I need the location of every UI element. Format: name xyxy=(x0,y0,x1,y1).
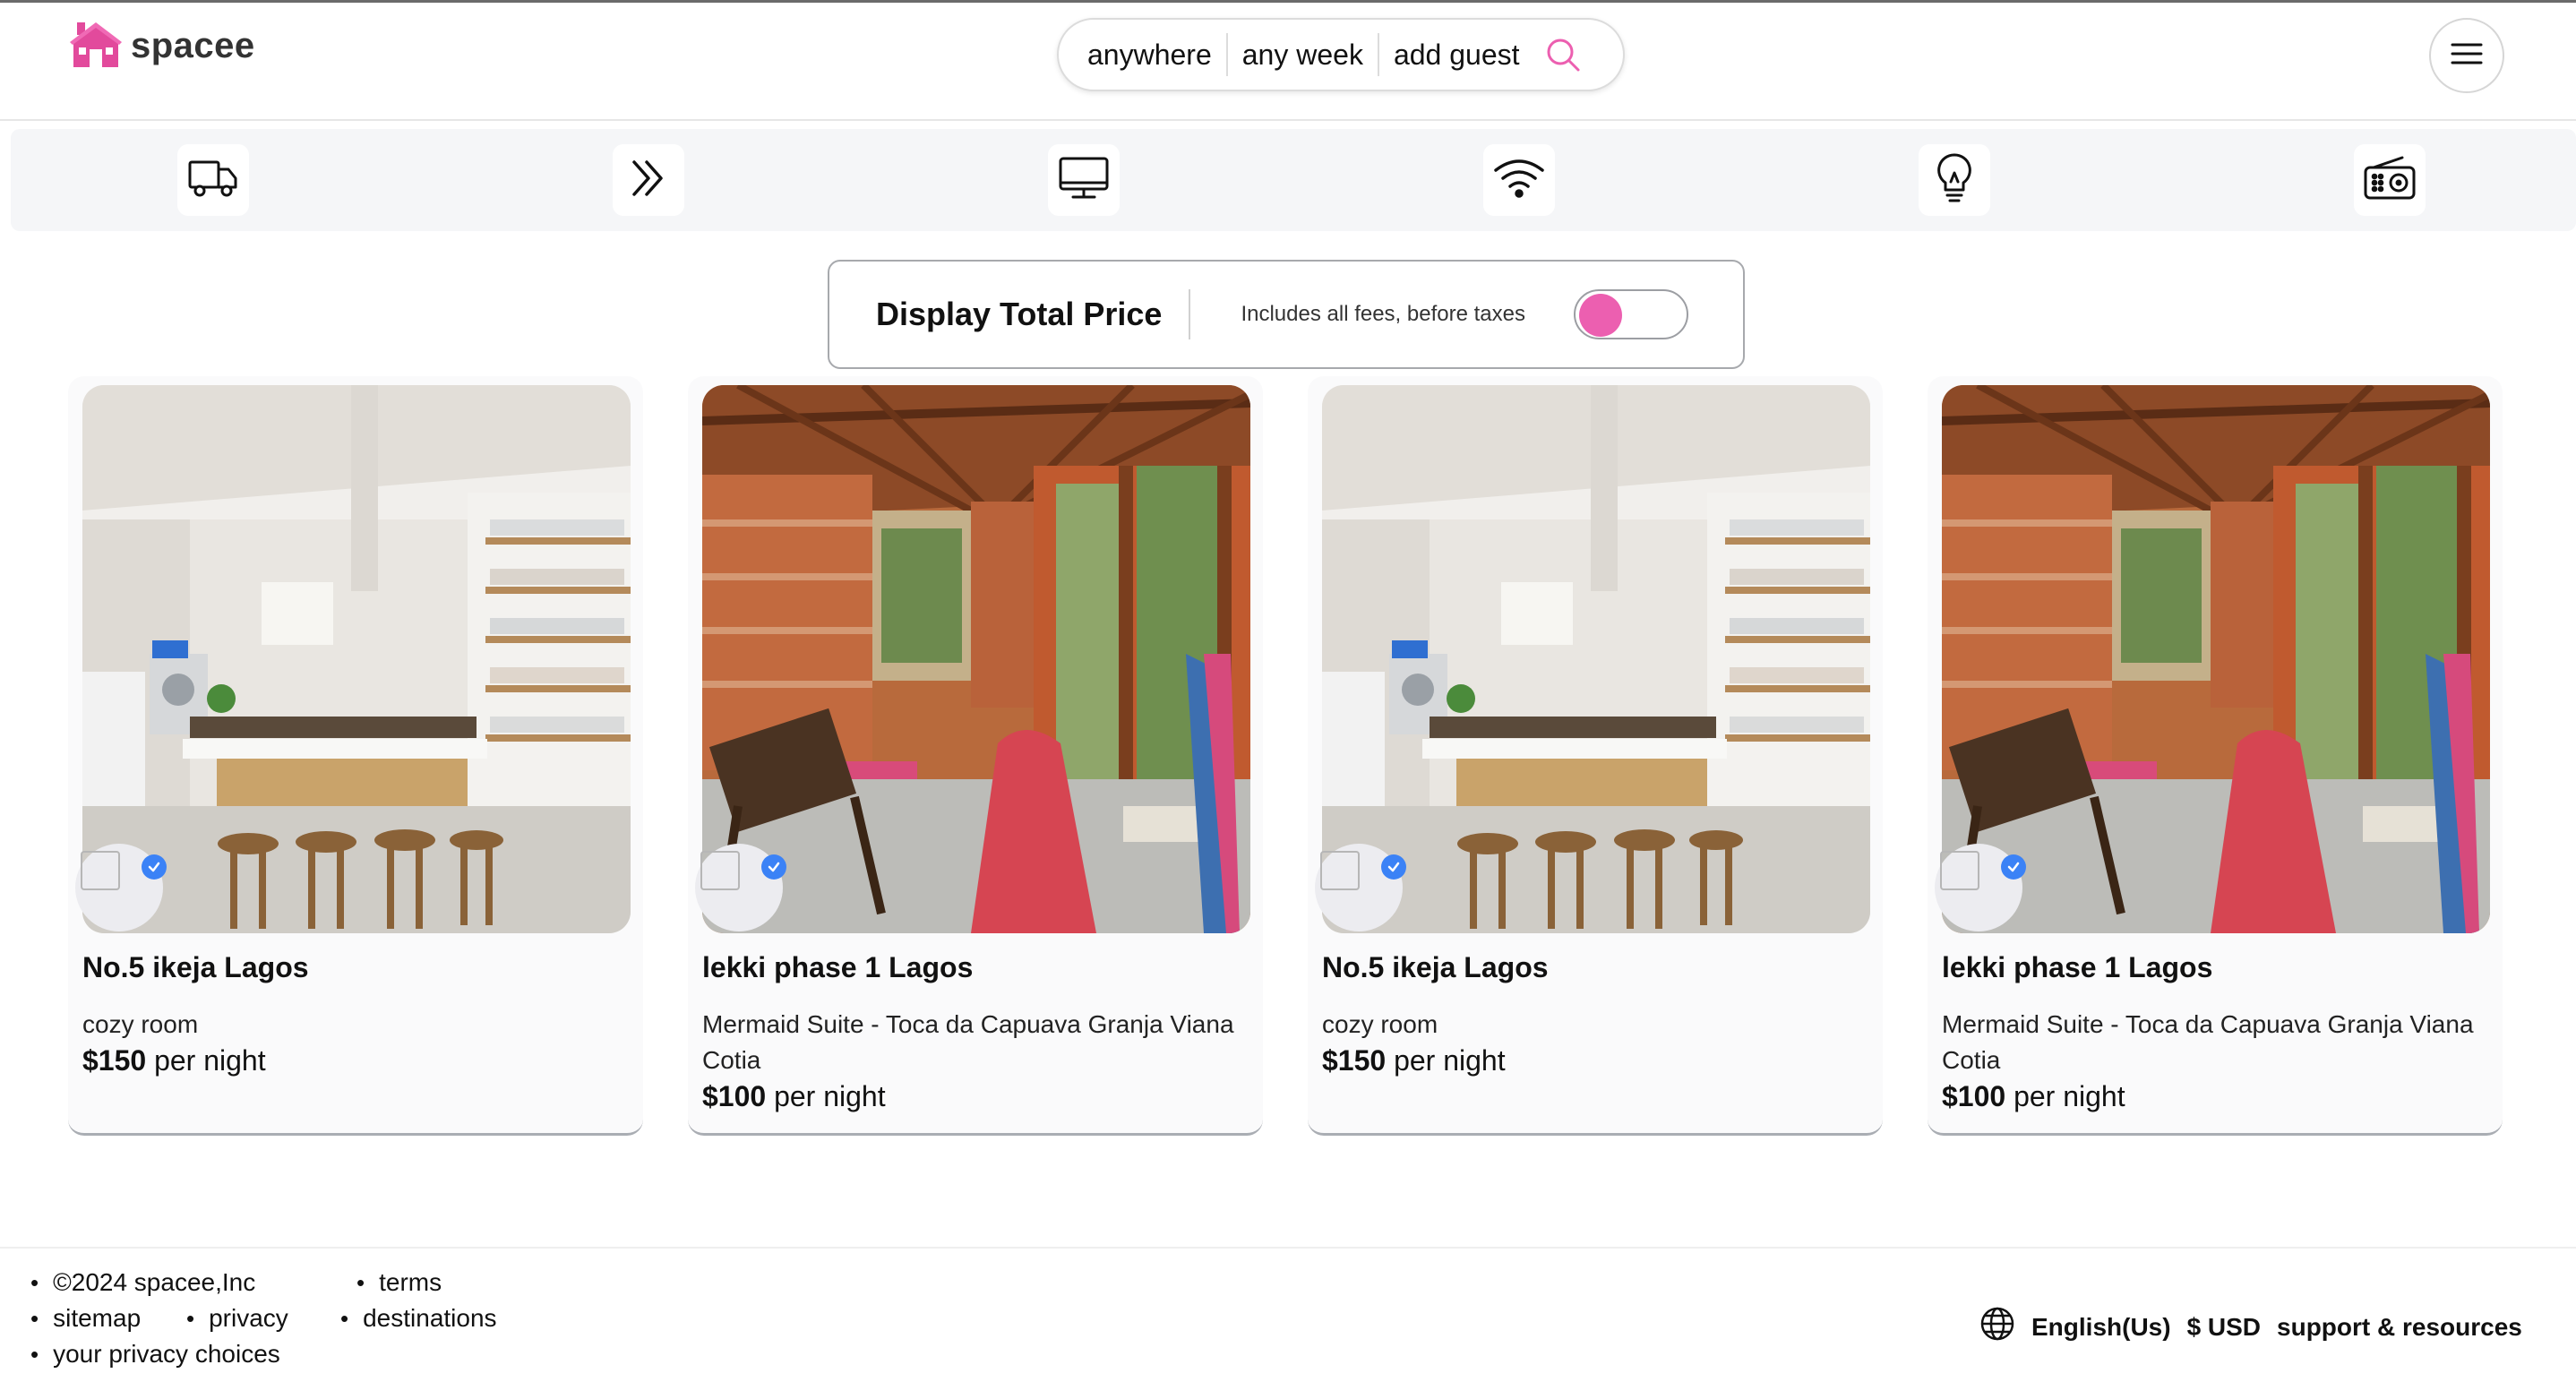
search-location[interactable]: anywhere xyxy=(1087,33,1226,76)
listing-card[interactable]: lekki phase 1 Lagos Mermaid Suite - Toca… xyxy=(1928,376,2503,1136)
price-unit: per night xyxy=(154,1044,266,1077)
listing-photo[interactable] xyxy=(1942,385,2490,933)
search-dates[interactable]: any week xyxy=(1225,33,1378,76)
footer-link-privacy-choices[interactable]: your privacy choices xyxy=(30,1340,280,1369)
currency-selector[interactable]: $ USD xyxy=(2187,1313,2261,1342)
listing-title: lekki phase 1 Lagos xyxy=(702,951,974,983)
radio-icon xyxy=(2363,155,2417,206)
price-amount: $100 xyxy=(702,1080,767,1112)
listing-description: Mermaid Suite - Toca da Capuava Granja V… xyxy=(1942,1010,2474,1074)
total-price-toggle[interactable] xyxy=(1573,289,1688,339)
broken-image-icon xyxy=(81,851,120,890)
privacy-link[interactable]: privacy xyxy=(209,1304,288,1333)
search-icon[interactable] xyxy=(1543,35,1583,74)
listing-price: $150 per night xyxy=(82,1044,266,1077)
total-price-title: Display Total Price xyxy=(876,296,1163,332)
privacy-choices-link[interactable]: your privacy choices xyxy=(53,1340,280,1369)
copyright-text: ©2024 spacee,Inc xyxy=(53,1268,256,1296)
category-monitor[interactable] xyxy=(1048,144,1120,216)
footer: ©2024 spacee,Inc terms sitemap privacy d… xyxy=(0,1247,2576,1399)
price-unit: per night xyxy=(1394,1044,1506,1077)
footer-link-sitemap[interactable]: sitemap xyxy=(30,1304,141,1333)
terms-link[interactable]: terms xyxy=(379,1268,442,1297)
listing-photo[interactable] xyxy=(702,385,1250,933)
total-price-subtitle: Includes all fees, before taxes xyxy=(1241,302,1525,326)
hamburger-icon xyxy=(2451,41,2483,71)
destinations-link[interactable]: destinations xyxy=(363,1304,496,1333)
footer-link-privacy[interactable]: privacy xyxy=(186,1304,288,1333)
header: spacee anywhere any week add guest xyxy=(0,3,2576,121)
verified-badge-icon xyxy=(761,854,786,880)
category-chevrons[interactable] xyxy=(613,144,684,216)
category-lightbulb[interactable] xyxy=(1919,144,1990,216)
listing-card[interactable]: lekki phase 1 Lagos Mermaid Suite - Toca… xyxy=(688,376,1263,1136)
verified-badge-icon xyxy=(1381,854,1406,880)
price-amount: $150 xyxy=(82,1044,147,1077)
price-unit: per night xyxy=(2014,1080,2125,1112)
verified-badge-icon xyxy=(2001,854,2026,880)
truck-icon xyxy=(187,157,239,204)
listing-price: $150 per night xyxy=(1322,1044,1506,1077)
listing-description: cozy room xyxy=(1322,1010,1438,1038)
globe-icon[interactable] xyxy=(1979,1306,2015,1348)
listing-description: cozy room xyxy=(82,1010,199,1038)
listing-card[interactable]: No.5 ikeja Lagos cozy room $150 per nigh… xyxy=(68,376,643,1136)
listing-card[interactable]: No.5 ikeja Lagos cozy room $150 per nigh… xyxy=(1308,376,1883,1136)
price-amount: $150 xyxy=(1322,1044,1387,1077)
menu-button[interactable] xyxy=(2429,18,2504,93)
broken-image-icon xyxy=(1940,851,1979,890)
price-unit: per night xyxy=(774,1080,886,1112)
verified-badge-icon xyxy=(142,854,167,880)
search-guests[interactable]: add guest xyxy=(1377,33,1534,76)
category-truck[interactable] xyxy=(177,144,249,216)
category-radio[interactable] xyxy=(2354,144,2426,216)
toggle-knob xyxy=(1578,294,1622,337)
brand-name: spacee xyxy=(131,25,255,65)
listing-title: No.5 ikeja Lagos xyxy=(82,951,309,983)
broken-image-icon xyxy=(700,851,740,890)
footer-link-terms[interactable]: terms xyxy=(356,1268,442,1297)
lightbulb-icon xyxy=(1933,151,1976,210)
price-amount: $100 xyxy=(1942,1080,2006,1112)
wifi-icon xyxy=(1492,158,1546,203)
listing-title: No.5 ikeja Lagos xyxy=(1322,951,1549,983)
footer-copyright: ©2024 spacee,Inc xyxy=(30,1268,255,1297)
search-bar[interactable]: anywhere any week add guest xyxy=(1057,18,1625,91)
listing-price: $100 per night xyxy=(1942,1080,2125,1113)
listing-price: $100 per night xyxy=(702,1080,886,1113)
footer-settings: English(Us) $ USD support & resources xyxy=(1979,1306,2522,1348)
language-selector[interactable]: English(Us) xyxy=(2031,1313,2171,1342)
house-logo-icon xyxy=(70,21,122,71)
divider xyxy=(1189,289,1191,339)
double-chevron-right-icon xyxy=(627,157,670,204)
logo[interactable]: spacee xyxy=(70,21,255,71)
listing-photo[interactable] xyxy=(1322,385,1870,933)
listing-description: Mermaid Suite - Toca da Capuava Granja V… xyxy=(702,1010,1234,1074)
total-price-panel: Display Total Price Includes all fees, b… xyxy=(828,260,1745,369)
broken-image-icon xyxy=(1320,851,1360,890)
listing-photo[interactable] xyxy=(82,385,631,933)
listing-title: lekki phase 1 Lagos xyxy=(1942,951,2213,983)
category-bar xyxy=(11,129,2576,231)
category-wifi[interactable] xyxy=(1483,144,1555,216)
monitor-icon xyxy=(1058,156,1110,205)
footer-link-destinations[interactable]: destinations xyxy=(340,1304,496,1333)
sitemap-link[interactable]: sitemap xyxy=(53,1304,141,1333)
support-link[interactable]: support & resources xyxy=(2277,1313,2522,1342)
